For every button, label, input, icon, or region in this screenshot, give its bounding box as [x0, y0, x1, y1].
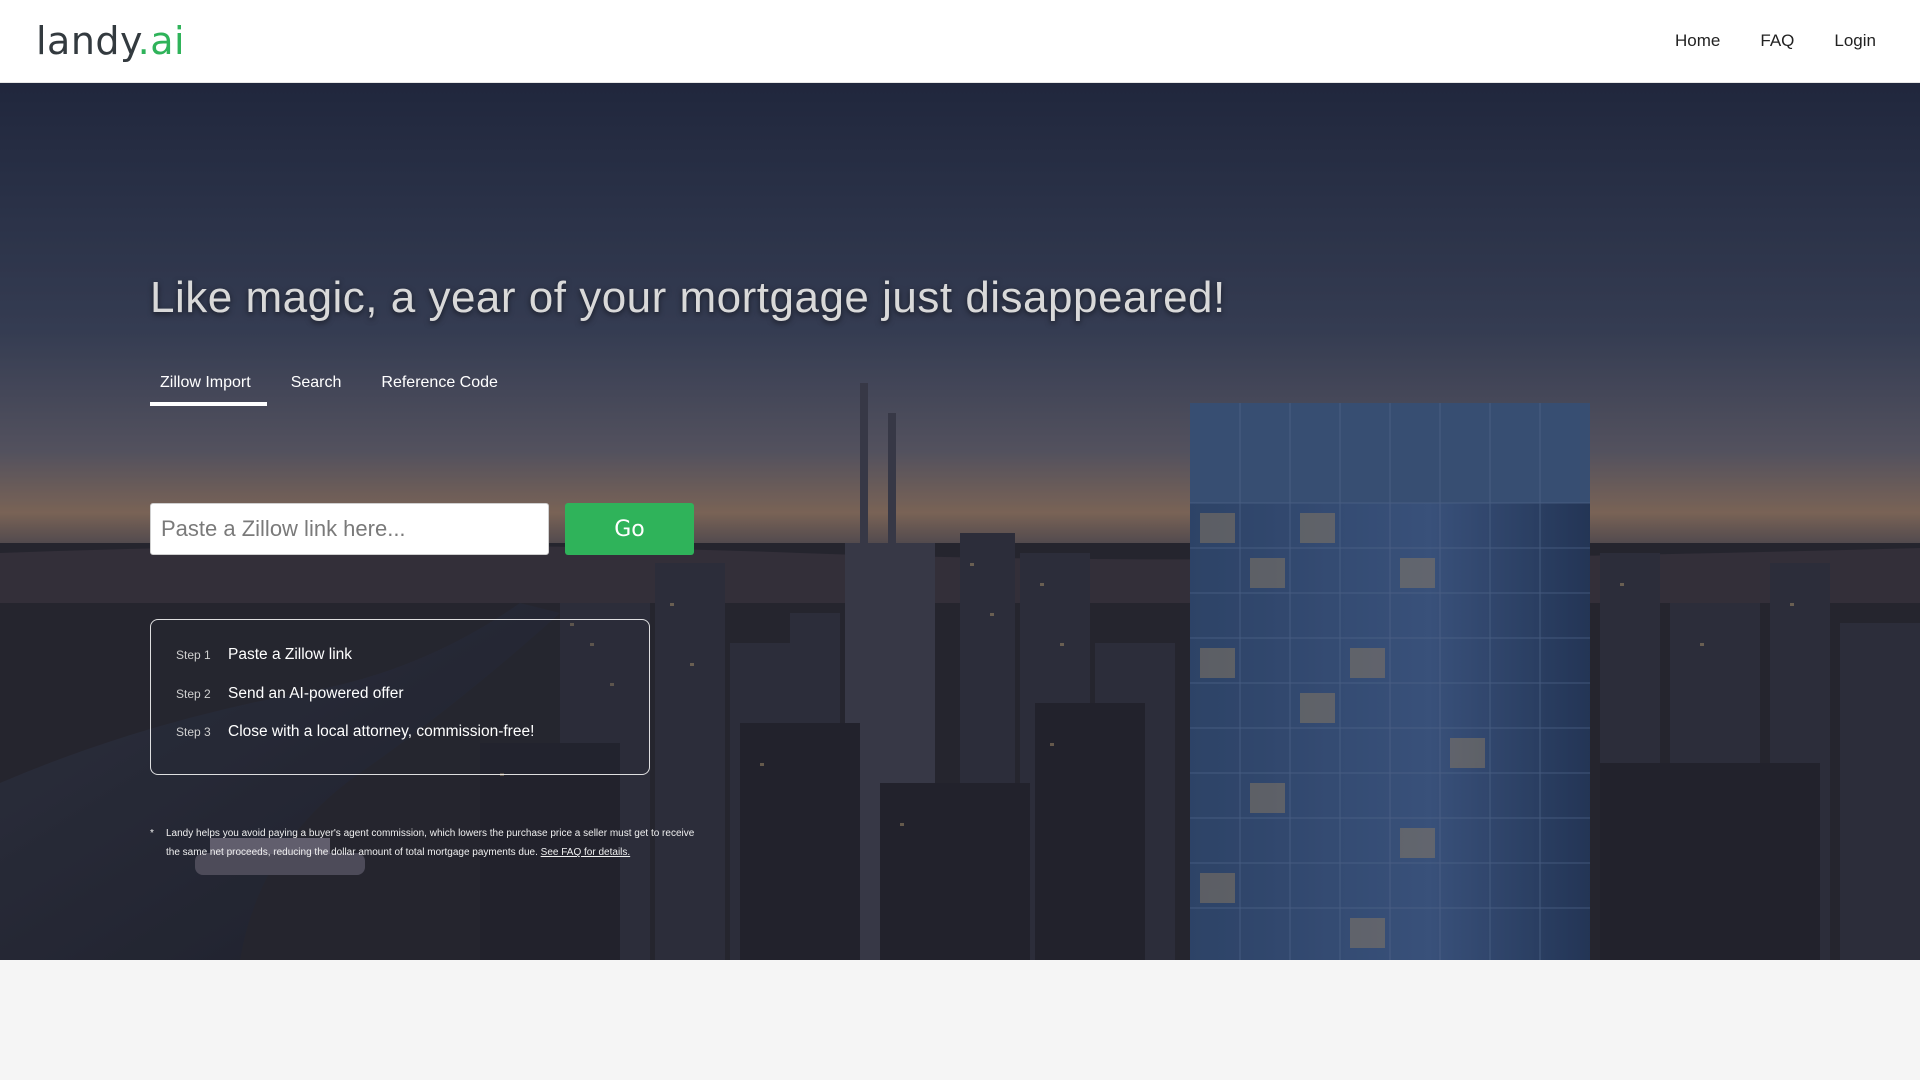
commission-disclaimer: * Landy helps you avoid paying a buyer's…	[150, 824, 710, 862]
tab-reference-code[interactable]: Reference Code	[371, 366, 514, 406]
hero-headline: Like magic, a year of your mortgage just…	[150, 273, 1226, 322]
nav-home-link[interactable]: Home	[1675, 26, 1720, 56]
site-logo[interactable]: landy.ai	[36, 18, 185, 64]
disclaimer-asterisk: *	[150, 828, 154, 839]
zillow-link-input[interactable]	[150, 503, 549, 555]
nav-faq-link[interactable]: FAQ	[1760, 26, 1794, 56]
step-text: Paste a Zillow link	[228, 646, 353, 663]
step-text: Close with a local attorney, commission-…	[228, 723, 535, 740]
faq-details-link[interactable]: See FAQ for details.	[541, 847, 631, 858]
tab-search[interactable]: Search	[281, 366, 358, 406]
hero-section: Like magic, a year of your mortgage just…	[0, 83, 1920, 960]
step-number: Step 2	[176, 686, 211, 701]
step-number: Step 1	[176, 648, 211, 662]
step-row: Step 1 Paste a Zillow link	[176, 646, 649, 685]
step-number: Step 3	[176, 725, 211, 739]
steps-box: Step 1 Paste a Zillow link Step 2 Send a…	[150, 619, 650, 775]
main-nav: Home FAQ Login	[1675, 26, 1876, 56]
step-row: Step 2 Send an AI-powered offer	[176, 685, 649, 724]
logo-accent: .ai	[137, 19, 186, 63]
import-tabs: Zillow Import Search Reference Code	[150, 366, 528, 406]
page-bottom-area	[0, 960, 1920, 1080]
step-row: Step 3 Close with a local attorney, comm…	[176, 723, 649, 762]
go-button[interactable]: Go	[565, 503, 694, 555]
nav-login-link[interactable]: Login	[1834, 26, 1876, 56]
logo-text: landy	[36, 19, 138, 63]
step-text: Send an AI-powered offer	[228, 684, 404, 702]
site-header: landy.ai Home FAQ Login	[0, 0, 1920, 83]
tab-zillow-import[interactable]: Zillow Import	[150, 366, 267, 406]
